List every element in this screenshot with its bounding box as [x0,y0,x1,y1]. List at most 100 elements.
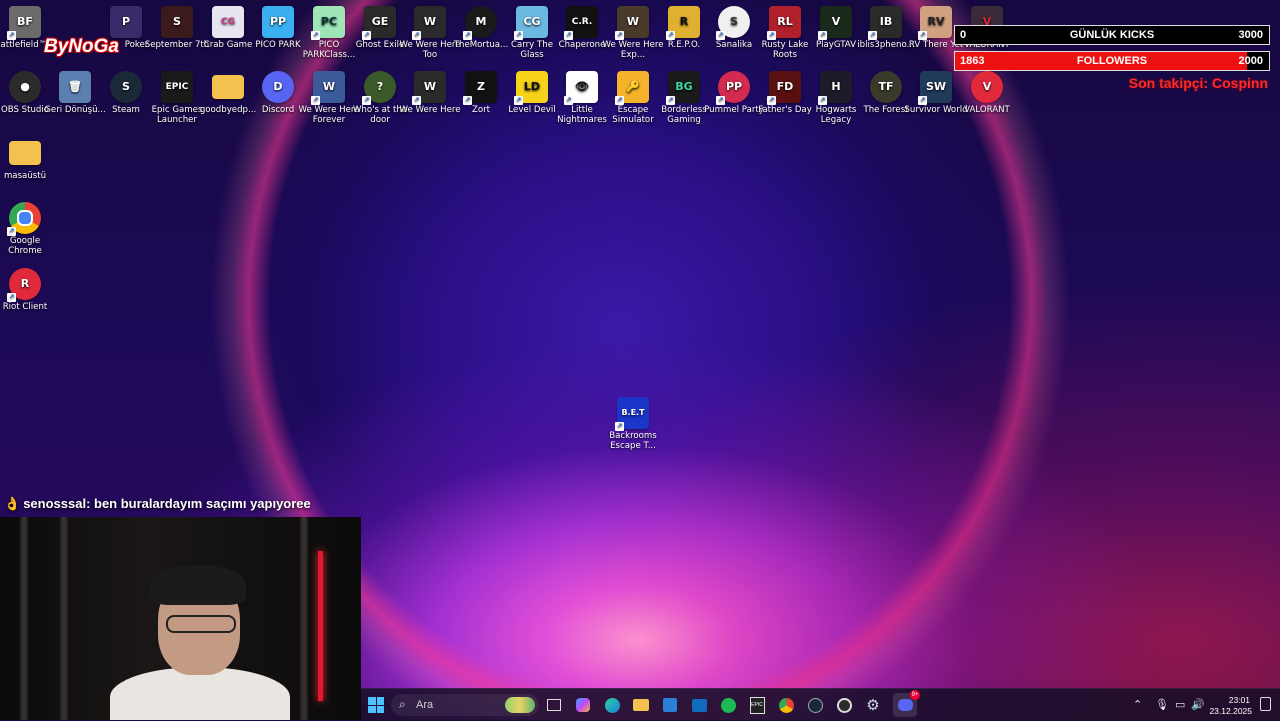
riot-client-icon: R ↗ [7,268,41,302]
icon-label: Backrooms Escape T... [609,431,657,451]
icon-label: masaüstü [3,171,47,181]
desktop-icon-masaustu[interactable]: masaüstü [0,133,59,181]
folder-icon [633,699,649,711]
search-placeholder: Ara [416,699,434,711]
daily-kicks-goal: 3000 [1238,29,1263,41]
pico-park-icon: PP [262,6,294,38]
epic-games-button[interactable]: EPIC [745,693,769,717]
zort-icon: Z ↗ [463,71,497,105]
spotify-button[interactable] [716,693,740,717]
task-view-icon [547,699,561,711]
obs-button[interactable] [832,693,856,717]
fathers-day-icon: FD ↗ [767,71,801,105]
discord-notification-badge: 9+ [910,690,920,700]
chrome-icon: ↗ [7,202,41,236]
folder-icon [9,141,41,165]
recycle-bin-icon: 🗑 [59,71,91,103]
streamer-logo: ByNoGa [44,36,119,57]
the-forest-icon: TF [870,71,902,103]
mail-icon [691,698,707,712]
september-7th-icon: S [161,6,193,38]
epic-games-icon: EPIC [749,696,765,714]
spotify-icon [720,697,736,713]
icon-label: OBS Studio [0,105,50,115]
followers-title: FOLLOWERS [1076,55,1148,67]
steam-button[interactable] [803,693,827,717]
the-mortuary-icon: M ↗ [463,6,497,40]
followers-goal-bar: 1863 FOLLOWERS 2000 [954,51,1270,71]
rusty-lake-roots-icon: RL ↗ [767,6,801,40]
clock-time[interactable]: 23:01 [1229,695,1250,705]
copilot-icon [576,698,590,712]
file-explorer-button[interactable] [629,693,653,717]
folder-icon [212,75,244,99]
carry-the-glass-icon: CG ↗ [514,6,548,40]
chrome-button[interactable] [774,693,798,717]
obs-icon [836,697,852,713]
obs-icon: ● [9,71,41,103]
followers-goal: 2000 [1238,55,1263,67]
survivor-world-icon: SW ↗ [918,71,952,105]
valorant-icon: V [971,71,1003,103]
volume-icon[interactable]: 🔊 [1191,698,1205,711]
discord-icon: D [262,71,294,103]
chat-text: : ben buralardayım saçımı yapıyoree [86,496,311,511]
notification-icon[interactable] [1260,697,1271,711]
last-follower-text: Son takipçi: Cospinn [1128,75,1268,91]
desktop-icon-valorant[interactable]: V VALORANT [953,67,1021,115]
daily-kicks-title: GÜNLÜK KICKS [1069,29,1155,41]
whos-at-the-door-icon: ? ↗ [362,71,396,105]
desktop-icon-backrooms-escape-together[interactable]: B.E.T ↗ Backrooms Escape T... [599,393,667,451]
steam-icon: S [110,71,142,103]
level-devil-icon: LD ↗ [514,71,548,105]
pico-park-classic-icon: PC ↗ [311,6,345,40]
borderless-gaming-icon: BG ↗ [666,71,700,105]
we-were-here-too-icon: W ↗ [412,6,446,40]
chaperone-icon: C.R. ↗ [564,6,598,40]
daily-kicks-goal-bar: 0 GÜNLÜK KICKS 3000 [954,25,1270,45]
hand-icon: 👌 [4,496,21,511]
windows-icon [368,697,384,713]
start-button[interactable] [364,693,388,717]
clock-date[interactable]: 23.12.2025 [1209,706,1252,716]
discord-button[interactable]: 9+ [893,690,920,717]
iblis-icon: IB ↗ [868,6,902,40]
escape-simulator-icon: 🔑 ↗ [615,71,649,105]
epic-games-icon: EPIC [161,71,193,103]
search-highlight-icon [505,697,535,713]
task-view-button[interactable] [542,693,566,717]
chevron-up-icon[interactable]: ⌃ [1133,698,1142,711]
chrome-icon [778,697,794,713]
edge-icon [604,697,620,713]
desktop-icon-riot-client[interactable]: R ↗ Riot Client [0,264,59,312]
chat-message: 👌 senosssal: ben buralardayım saçımı yapı… [4,496,311,512]
webcam-feed [0,517,361,720]
gtav-icon: V ↗ [818,6,852,40]
outlook-button[interactable] [687,693,711,717]
icon-label: VALORANT [964,105,1010,115]
store-button[interactable] [658,693,682,717]
chat-username: senosssal [23,496,87,511]
copilot-button[interactable] [571,693,595,717]
edge-button[interactable] [600,693,624,717]
gear-icon: ⚙ [866,697,880,714]
settings-button[interactable]: ⚙ [861,693,885,717]
hogwarts-legacy-icon: H ↗ [818,71,852,105]
backrooms-escape-icon: B.E.T ↗ [615,397,649,431]
discord-icon [897,699,913,711]
icon-label: Riot Client [2,302,48,312]
desktop-icon-chrome[interactable]: ↗ Google Chrome [0,198,59,256]
steam-icon [807,697,823,713]
we-were-here-expeditions-icon: W ↗ [615,6,649,40]
battlefield-icon: BF ↗ [7,6,41,40]
pummel-party-icon: PP ↗ [716,71,750,105]
taskbar: ⌕ Ara EPIC ⚙ 9+ ⌃ 🎙 ▭ 🔊 23:01 23.12.2025 [361,688,1280,721]
desktop-icon-obs-studio[interactable]: ● OBS Studio [0,67,59,115]
rv-there-yet-icon: RV ↗ [918,6,952,40]
network-icon[interactable]: ▭ [1175,698,1185,711]
we-were-here-forever-icon: W ↗ [311,71,345,105]
streamer-glasses [166,615,236,633]
streamer-cap [150,565,246,605]
microphone-icon[interactable]: 🎙 [1155,698,1169,711]
taskbar-search[interactable]: ⌕ Ara [391,694,539,716]
